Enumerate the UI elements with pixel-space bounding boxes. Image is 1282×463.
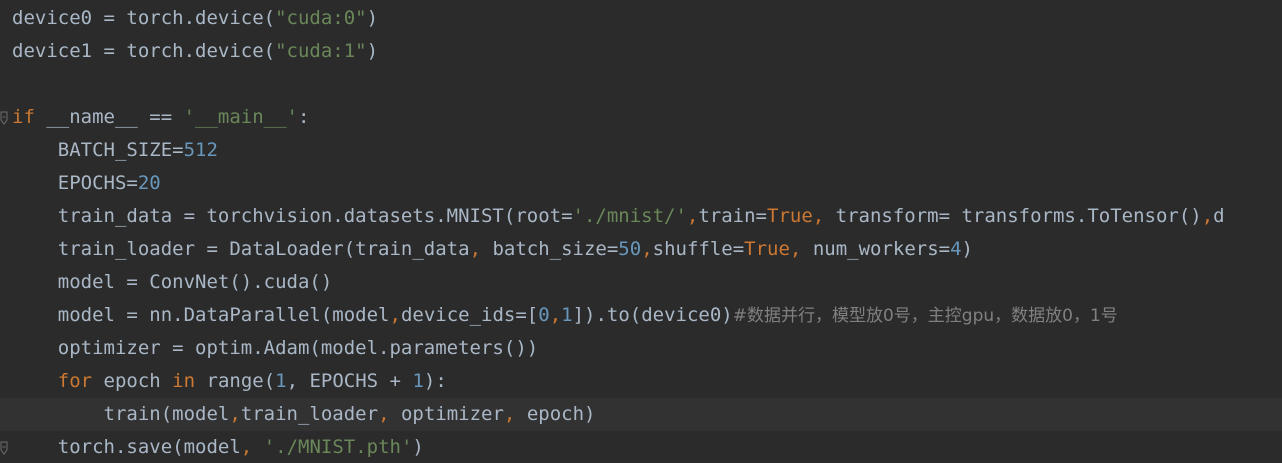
code-token: device_ids=[ (400, 304, 539, 326)
code-token: True (767, 205, 813, 227)
code-line[interactable]: EPOCHS=20 (0, 167, 1282, 200)
code-token: epoch (92, 370, 173, 392)
code-token: ) (366, 7, 379, 29)
code-token: "cuda:0" (275, 7, 367, 29)
code-token: , (686, 205, 699, 227)
code-line-text: model = ConvNet().cuda() (12, 266, 333, 299)
code-line[interactable]: for epoch in range(1, EPOCHS + 1): (0, 365, 1282, 398)
code-token: transform= transforms.ToTensor() (824, 205, 1202, 227)
code-token: epoch) (515, 403, 596, 425)
code-line-text: for epoch in range(1, EPOCHS + 1): (12, 365, 447, 398)
code-token: ) (961, 238, 973, 260)
code-token: train_loader (240, 403, 379, 425)
code-token: train_loader = DataLoader(train_data (12, 238, 470, 260)
code-token: , (240, 436, 253, 458)
code-token: , EPOCHS + (286, 370, 413, 392)
code-token: 20 (137, 172, 161, 194)
code-token: EPOCHS= (12, 172, 138, 194)
code-line-text: model = nn.DataParallel(model,device_ids… (12, 299, 1118, 332)
fold-toggle-icon[interactable] (0, 111, 8, 125)
code-token: ]).to(device0) (572, 304, 733, 326)
code-token: 4 (950, 238, 962, 260)
fold-toggle-icon[interactable] (0, 441, 8, 455)
code-line-text: device0 = torch.device("cuda:0") (12, 2, 378, 35)
code-token: "cuda:1" (275, 40, 367, 62)
code-token: , (469, 238, 482, 260)
code-line-text: BATCH_SIZE=512 (12, 134, 218, 167)
code-token: , (389, 304, 401, 326)
code-line[interactable]: device0 = torch.device("cuda:0") (0, 2, 1282, 35)
code-token: 512 (183, 139, 218, 161)
code-token: num_workers= (801, 238, 951, 260)
code-token: #数据并行，模型放0号，主控gpu，数据放0，1号 (732, 306, 1118, 326)
code-token: ): (423, 370, 447, 392)
code-token: optimizer (389, 403, 504, 425)
code-line[interactable] (0, 68, 1282, 101)
code-line-text: torch.save(model, './MNIST.pth') (12, 431, 424, 463)
code-line[interactable]: model = nn.DataParallel(model,device_ids… (0, 299, 1282, 332)
code-line-text: optimizer = optim.Adam(model.parameters(… (12, 332, 538, 365)
code-token: , (812, 205, 825, 227)
code-token: , (378, 403, 390, 425)
code-token: ) (366, 40, 379, 62)
code-token: optimizer = optim.Adam(model.parameters(… (12, 337, 539, 359)
code-line[interactable]: model = ConvNet().cuda() (0, 266, 1282, 299)
code-token: ) (412, 436, 424, 458)
code-token: shuffle= (652, 238, 745, 260)
code-token: './MNIST.pth' (263, 436, 413, 458)
code-token: 1 (412, 370, 424, 392)
code-token: : (298, 106, 310, 128)
code-token: BATCH_SIZE= (12, 139, 184, 161)
code-token: batch_size= (481, 238, 619, 260)
code-line-text: train_data = torchvision.datasets.MNIST(… (12, 200, 1225, 233)
code-token: True (744, 238, 790, 260)
code-line-text: if __name__ == '__main__': (12, 101, 309, 134)
code-token: __name__ == (34, 106, 184, 128)
code-line-text: EPOCHS=20 (12, 167, 161, 200)
code-token: './mnist/' (572, 205, 687, 227)
code-token: 1 (561, 304, 573, 326)
code-token: , (229, 403, 241, 425)
code-line[interactable]: torch.save(model, './MNIST.pth') (0, 431, 1282, 463)
code-token: 0 (538, 304, 550, 326)
code-token: model = ConvNet().cuda() (12, 271, 333, 293)
code-token: 1 (275, 370, 287, 392)
code-token: for (57, 370, 93, 392)
code-token: , (641, 238, 653, 260)
code-line[interactable]: train(model,train_loader, optimizer, epo… (0, 398, 1282, 431)
code-token: , (503, 403, 516, 425)
code-token: range( (195, 370, 276, 392)
code-line[interactable]: BATCH_SIZE=512 (0, 134, 1282, 167)
code-line[interactable]: train_data = torchvision.datasets.MNIST(… (0, 200, 1282, 233)
code-line-text: train(model,train_loader, optimizer, epo… (12, 398, 596, 431)
code-line[interactable]: device1 = torch.device("cuda:1") (0, 35, 1282, 68)
code-token: torch.save(model (12, 436, 241, 458)
code-token: , (789, 238, 802, 260)
code-token: d (1213, 205, 1225, 227)
code-token: , (1201, 205, 1214, 227)
code-token: , (549, 304, 562, 326)
code-token: model = nn.DataParallel(model (12, 304, 390, 326)
code-token: device1 = torch.device( (12, 40, 276, 62)
code-line-text: train_loader = DataLoader(train_data, ba… (12, 233, 973, 266)
code-token: train(model (12, 403, 230, 425)
code-line-text: device1 = torch.device("cuda:1") (12, 35, 378, 68)
code-token: train_data = torchvision.datasets.MNIST(… (12, 205, 573, 227)
code-token: device0 = torch.device( (12, 7, 276, 29)
code-token: '__main__' (183, 106, 298, 128)
code-token: train= (698, 205, 767, 227)
code-token: 50 (618, 238, 642, 260)
code-line[interactable]: if __name__ == '__main__': (0, 101, 1282, 134)
code-line[interactable]: optimizer = optim.Adam(model.parameters(… (0, 332, 1282, 365)
code-token: in (172, 370, 196, 392)
code-line[interactable]: train_loader = DataLoader(train_data, ba… (0, 233, 1282, 266)
code-token: if (12, 106, 35, 128)
code-editor[interactable]: device0 = torch.device("cuda:0") device1 … (0, 0, 1282, 463)
